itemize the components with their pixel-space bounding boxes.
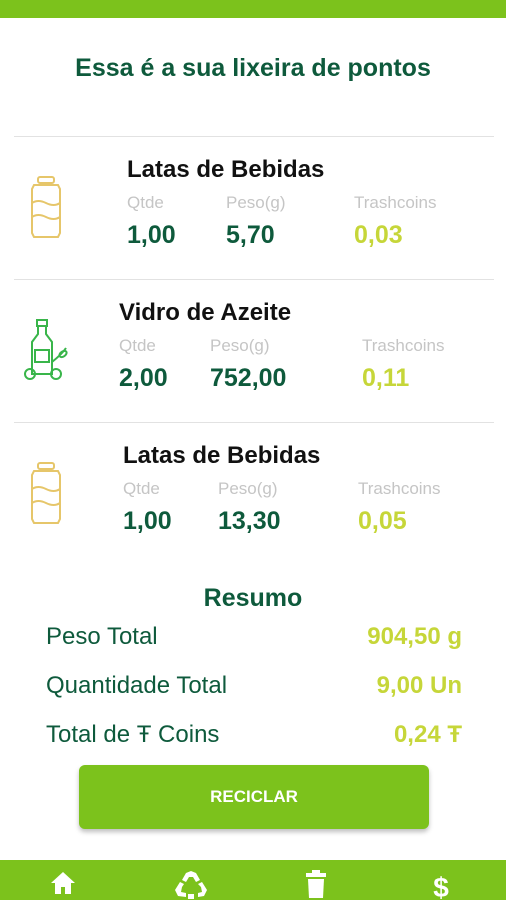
olive-oil-bottle-icon — [24, 319, 68, 380]
qty-label: Qtde — [127, 193, 164, 212]
recycle-button[interactable]: RECICLAR — [79, 765, 429, 829]
trashcoins-value: 0,05 — [358, 507, 407, 535]
qty-value: 2,00 — [119, 364, 168, 392]
can-icon — [31, 176, 61, 238]
weight-value: 13,30 — [218, 507, 281, 535]
recycle-icon — [175, 871, 207, 899]
nav-recycle[interactable] — [171, 870, 211, 900]
page-title: Essa é a sua lixeira de pontos — [75, 54, 431, 82]
trash-icon — [306, 870, 326, 898]
item-name: Latas de Bebidas — [123, 442, 321, 469]
nav-finance[interactable]: $ — [421, 870, 461, 900]
list-item: Vidro de Azeite Qtde Peso(g) Trashcoins … — [0, 280, 506, 420]
qty-value: 1,00 — [127, 221, 176, 249]
weight-value: 5,70 — [226, 221, 275, 249]
dollar-icon: $ — [433, 872, 449, 900]
qty-label: Qtde — [119, 336, 156, 355]
item-name: Vidro de Azeite — [119, 299, 292, 326]
svg-text:$: $ — [433, 872, 449, 900]
total-weight-label: Peso Total — [46, 623, 158, 650]
top-accent-bar — [0, 0, 506, 18]
nav-trash[interactable] — [296, 870, 336, 900]
summary-title: Resumo — [203, 584, 303, 612]
item-name: Latas de Bebidas — [127, 156, 325, 183]
total-coins-value: 0,24 Ŧ — [393, 721, 462, 748]
qty-value: 1,00 — [123, 507, 172, 535]
nav-home[interactable] — [43, 870, 83, 900]
list-item: Latas de Bebidas Qtde Peso(g) Trashcoins… — [0, 137, 506, 277]
total-quantity-value: 9,00 Un — [376, 672, 462, 699]
weight-label: Peso(g) — [210, 336, 270, 355]
weight-value: 752,00 — [210, 364, 287, 392]
trashcoins-label: Trashcoins — [362, 336, 445, 355]
total-coins-label: Total de Ŧ Coins — [46, 721, 220, 748]
trashcoins-label: Trashcoins — [354, 193, 437, 212]
list-item: Latas de Bebidas Qtde Peso(g) Trashcoins… — [0, 423, 506, 563]
home-icon — [51, 872, 75, 894]
trashcoins-value: 0,03 — [354, 221, 403, 249]
total-quantity-label: Quantidade Total — [46, 672, 228, 699]
weight-label: Peso(g) — [226, 193, 286, 212]
trashcoins-value: 0,11 — [362, 364, 410, 392]
qty-label: Qtde — [123, 479, 160, 498]
can-icon — [31, 462, 61, 524]
total-weight-value: 904,50 g — [367, 623, 462, 650]
trashcoins-label: Trashcoins — [358, 479, 441, 498]
bottom-nav: $ — [0, 860, 506, 900]
weight-label: Peso(g) — [218, 479, 278, 498]
